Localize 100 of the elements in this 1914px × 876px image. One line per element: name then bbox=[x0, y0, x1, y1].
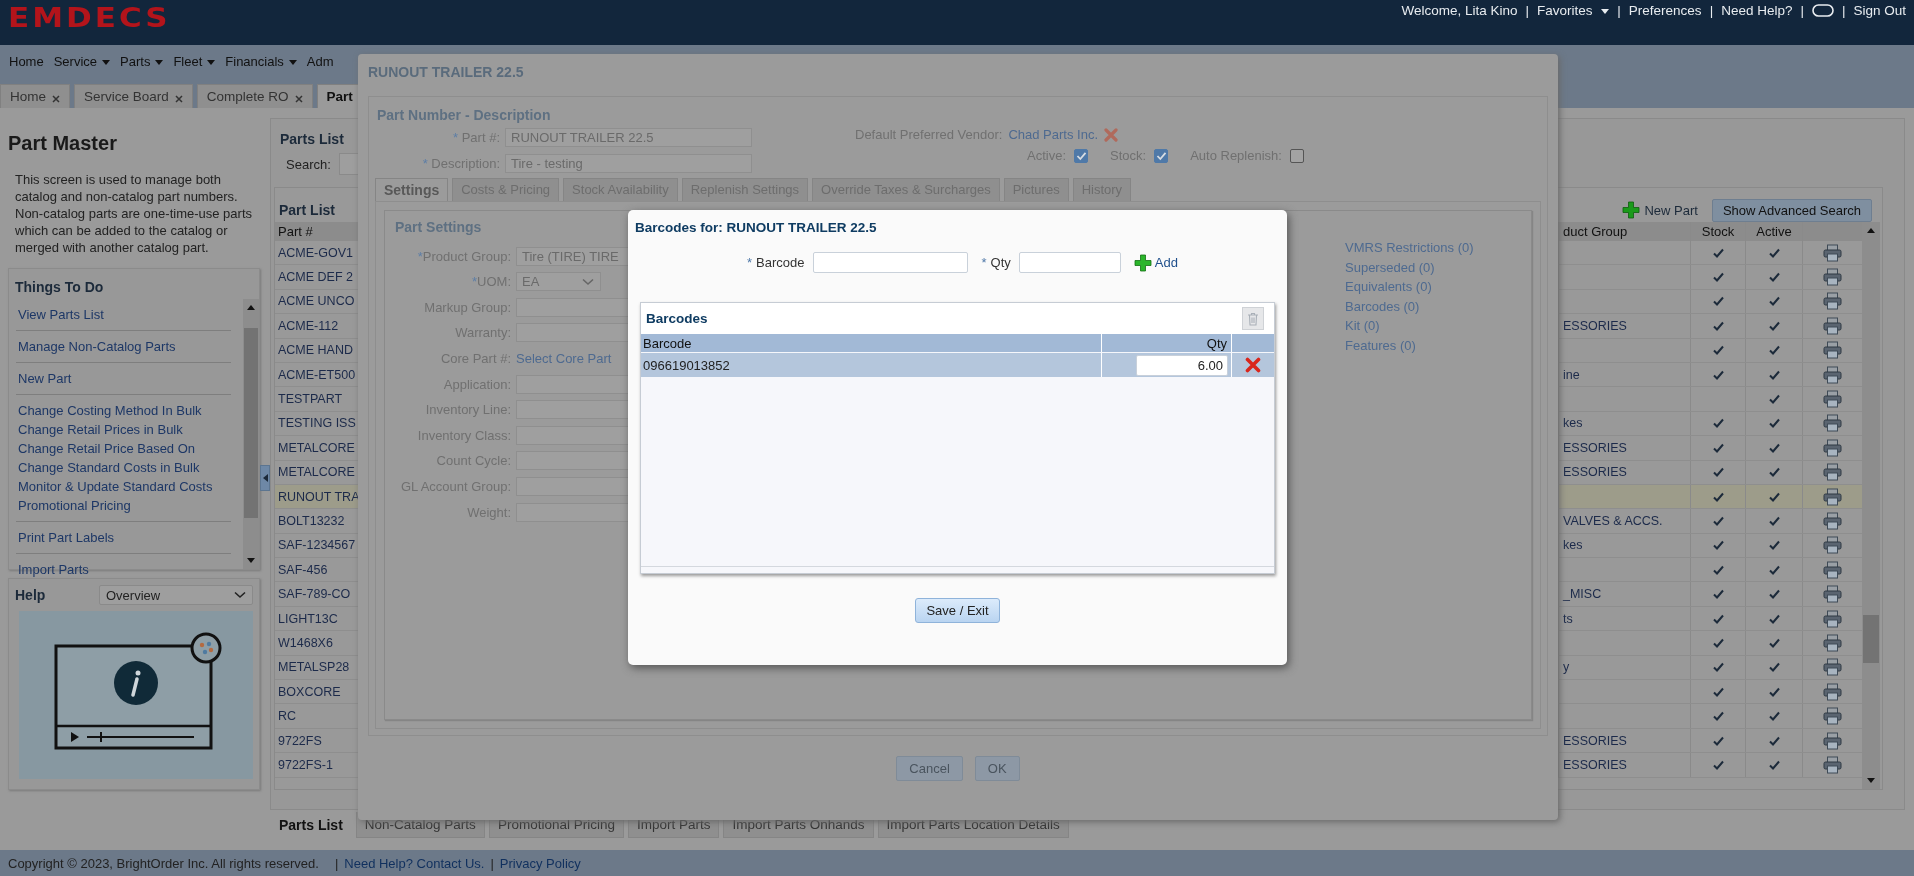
close-icon[interactable] bbox=[174, 94, 183, 103]
task-link[interactable]: Monitor & Update Standard Costs bbox=[18, 477, 231, 496]
menu-item[interactable]: Service bbox=[48, 54, 116, 69]
footer-link[interactable]: Need Help? Contact Us. bbox=[344, 855, 485, 871]
qty-field[interactable]: 6.00 bbox=[1136, 354, 1228, 376]
task-link[interactable]: Print Part Labels bbox=[18, 528, 231, 547]
part-number: TESTING ISS bbox=[278, 416, 356, 431]
bottom-tab[interactable]: Parts List bbox=[270, 812, 352, 839]
delete-icon[interactable] bbox=[1245, 357, 1261, 373]
product-group: ts bbox=[1563, 611, 1573, 626]
barcode-input[interactable] bbox=[812, 252, 968, 273]
printer-icon[interactable] bbox=[1823, 609, 1842, 628]
header-link[interactable]: Preferences bbox=[1628, 3, 1702, 18]
product-group: y bbox=[1563, 660, 1570, 675]
menu-item[interactable]: Parts bbox=[115, 54, 169, 69]
printer-icon[interactable] bbox=[1823, 243, 1842, 262]
logo[interactable]: EMDECS bbox=[8, 2, 171, 34]
menu-item[interactable]: Adm bbox=[301, 54, 339, 69]
task-link[interactable]: Change Costing Method In Bulk bbox=[18, 401, 231, 420]
part-number: RC bbox=[278, 709, 297, 724]
scrollbar[interactable] bbox=[1862, 222, 1880, 789]
copyright-text: Copyright © 2023, BrightOrder Inc. All rights reserved. bbox=[8, 855, 319, 871]
help-topic-select[interactable]: Overview bbox=[99, 585, 253, 605]
panel-title: Parts List bbox=[279, 130, 345, 149]
printer-icon[interactable] bbox=[1823, 560, 1842, 579]
dialog-tab[interactable]: Settings bbox=[375, 178, 449, 201]
column-header[interactable]: Stock bbox=[1690, 222, 1745, 241]
panel-title: Help bbox=[15, 587, 46, 603]
required-mark: * bbox=[981, 255, 987, 270]
save-exit-button[interactable]: Save / Exit bbox=[915, 598, 1000, 623]
checkbox[interactable] bbox=[1154, 148, 1169, 163]
selected-row[interactable]: 096619013852 6.00 bbox=[641, 353, 1274, 377]
task-link[interactable]: Promotional Pricing bbox=[18, 496, 231, 515]
chat-bubble-icon[interactable] bbox=[1811, 3, 1834, 18]
section-title: Part Settings bbox=[394, 218, 482, 237]
printer-icon[interactable] bbox=[1823, 463, 1842, 482]
footer-link[interactable]: Privacy Policy bbox=[499, 855, 581, 871]
close-icon[interactable] bbox=[294, 94, 303, 103]
task-link[interactable]: New Part bbox=[18, 369, 231, 388]
dialog-button[interactable]: OK bbox=[974, 756, 1020, 781]
advanced-search-button[interactable]: Show Advanced Search bbox=[1711, 198, 1872, 222]
menu-item[interactable]: Home bbox=[4, 54, 49, 69]
printer-icon[interactable] bbox=[1823, 755, 1842, 774]
printer-icon[interactable] bbox=[1823, 512, 1842, 530]
welcome-text: Welcome, Lita Kino bbox=[1401, 3, 1518, 18]
printer-icon[interactable] bbox=[1823, 316, 1842, 335]
menu-item[interactable]: Fleet bbox=[168, 54, 221, 69]
part-number: BOXCORE bbox=[278, 684, 341, 699]
task-link[interactable]: Change Retail Prices in Bulk bbox=[18, 420, 231, 439]
printer-icon[interactable] bbox=[1823, 390, 1842, 409]
printer-icon[interactable] bbox=[1823, 731, 1842, 750]
printer-icon[interactable] bbox=[1823, 487, 1842, 506]
printer-icon[interactable] bbox=[1823, 414, 1842, 433]
part-number: ACME-ET500 bbox=[278, 367, 356, 382]
part-number: METALCORE bbox=[278, 465, 355, 480]
header-link[interactable]: Sign Out bbox=[1853, 3, 1906, 18]
printer-icon[interactable] bbox=[1823, 365, 1842, 384]
product-group: ESSORIES bbox=[1563, 757, 1627, 772]
part-number: ACME UNCO bbox=[278, 294, 355, 309]
scrollbar[interactable] bbox=[243, 299, 259, 569]
column-header[interactable]: Barcode bbox=[641, 334, 1101, 352]
header-link[interactable]: Need Help? bbox=[1721, 3, 1793, 18]
close-icon[interactable] bbox=[52, 94, 60, 103]
printer-icon[interactable] bbox=[1823, 438, 1842, 457]
task-link[interactable]: Change Standard Costs in Bulk bbox=[18, 458, 231, 477]
checkbox[interactable] bbox=[1074, 148, 1088, 163]
printer-icon[interactable] bbox=[1823, 292, 1842, 311]
printer-icon[interactable] bbox=[1823, 682, 1842, 701]
task-link[interactable]: Manage Non-Catalog Parts bbox=[18, 337, 231, 356]
favorites-menu[interactable]: Favorites bbox=[1537, 3, 1610, 18]
task-link[interactable]: View Parts List bbox=[18, 305, 231, 324]
panel-title: Part List bbox=[279, 201, 335, 218]
qty-input[interactable] bbox=[1018, 252, 1121, 273]
page-tab[interactable]: Home bbox=[0, 84, 70, 108]
checkbox[interactable] bbox=[1289, 148, 1304, 163]
printer-icon[interactable] bbox=[1823, 536, 1842, 555]
separator: | bbox=[1841, 3, 1846, 18]
part-number: BOLT13232 bbox=[278, 514, 345, 528]
page-tab[interactable]: Service Board bbox=[74, 84, 193, 108]
printer-icon[interactable] bbox=[1823, 658, 1842, 677]
printer-icon[interactable] bbox=[1823, 341, 1842, 360]
task-link[interactable]: Change Retail Price Based On bbox=[18, 439, 231, 458]
part-number: RUNOUT TRA bbox=[278, 489, 360, 504]
part-number: W1468X6 bbox=[278, 635, 333, 650]
column-header[interactable]: Qty bbox=[1101, 334, 1231, 352]
help-video-drawing[interactable] bbox=[19, 611, 253, 779]
printer-icon[interactable] bbox=[1823, 633, 1842, 652]
dialog-button[interactable]: Cancel bbox=[896, 756, 963, 781]
part-number: SAF-789-CO bbox=[278, 587, 351, 602]
column-header[interactable]: Active bbox=[1745, 222, 1802, 241]
new-part-button[interactable]: New Part bbox=[1622, 201, 1698, 219]
printer-icon[interactable] bbox=[1823, 268, 1842, 287]
task-link[interactable]: Import Parts bbox=[18, 560, 231, 579]
add-button[interactable]: Add bbox=[1133, 253, 1178, 272]
part-number: TESTPART bbox=[278, 392, 343, 407]
menu-item[interactable]: Financials bbox=[220, 54, 302, 69]
page-tab[interactable]: Complete RO bbox=[196, 84, 313, 108]
printer-icon[interactable] bbox=[1823, 707, 1842, 726]
printer-icon[interactable] bbox=[1823, 585, 1842, 604]
column-header[interactable]: Part # bbox=[275, 222, 358, 241]
